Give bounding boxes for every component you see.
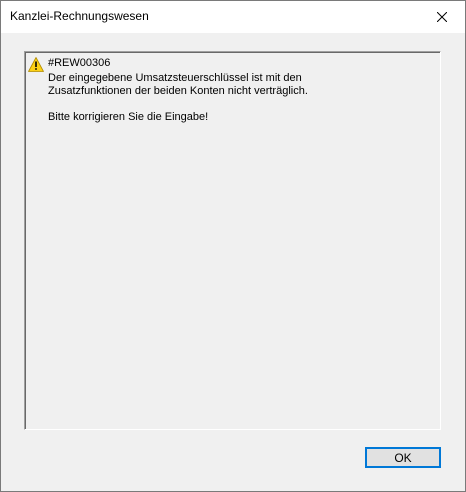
close-button[interactable] <box>419 1 465 33</box>
dialog-window: Kanzlei-Rechnungswesen #REW00306 Der ein… <box>0 0 466 492</box>
message-hint: Bitte korrigieren Sie die Eingabe! <box>48 111 209 123</box>
title-bar: Kanzlei-Rechnungswesen <box>1 1 465 33</box>
warning-icon <box>28 57 44 72</box>
error-code: #REW00306 <box>48 57 111 69</box>
message-area: #REW00306 Der eingegebene Umsatzsteuersc… <box>24 51 441 430</box>
window-title: Kanzlei-Rechnungswesen <box>10 9 149 23</box>
message-line-1: Der eingegebene Umsatzsteuerschlüssel is… <box>48 72 302 84</box>
ok-button[interactable]: OK <box>365 447 441 468</box>
message-line-2: Zusatzfunktionen der beiden Konten nicht… <box>48 85 308 97</box>
close-icon <box>437 12 447 22</box>
